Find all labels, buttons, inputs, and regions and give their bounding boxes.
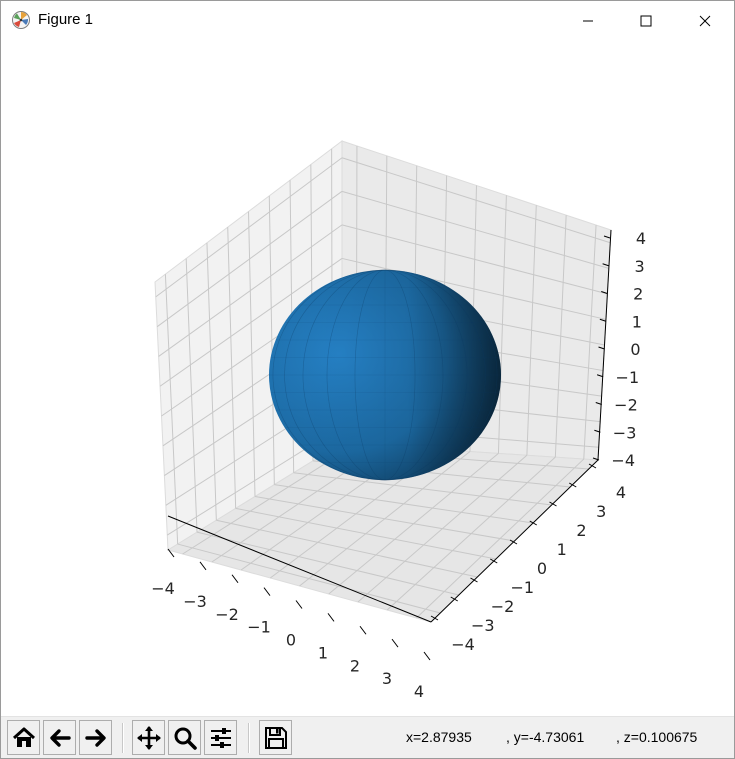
x-tick-label: −4	[151, 579, 175, 598]
x-tick-label: 3	[382, 669, 392, 688]
z-tick-label: 3	[634, 257, 644, 276]
matplotlib-icon	[12, 11, 30, 29]
move-icon	[136, 725, 161, 750]
x-tick-label: 0	[286, 631, 296, 650]
z-tick-label: 1	[632, 312, 642, 331]
x-tick-mark	[263, 587, 271, 596]
z-tick-label: −1	[616, 368, 640, 387]
zoom-button[interactable]	[168, 720, 201, 755]
close-icon	[699, 15, 711, 26]
coord-x-readout: x=2.87935	[406, 729, 472, 745]
close-button[interactable]	[676, 1, 734, 40]
y-tick-label: −2	[491, 597, 515, 616]
y-tick-label: 2	[576, 521, 586, 540]
minimize-button[interactable]	[559, 1, 617, 40]
x-tick-mark	[327, 613, 335, 622]
x-tick-label: −1	[247, 618, 271, 637]
x-tick-label: −2	[215, 605, 239, 624]
y-tick-label: 4	[616, 483, 626, 502]
floppy-icon	[264, 726, 287, 749]
forward-button[interactable]	[79, 720, 112, 755]
z-tick-label: −2	[614, 396, 638, 415]
back-button[interactable]	[43, 720, 76, 755]
save-button[interactable]	[259, 720, 292, 755]
figure-canvas[interactable]: −4 −3 −2 −1 0 1 2 3 4 −4 −3 −2 −1 0 1 2 3 4 4 3 2 1 0 −1 −2 −3−…	[1, 40, 734, 716]
x-tick-mark	[359, 625, 367, 635]
y-tick-label: 1	[557, 540, 567, 559]
z-tick-label: 0	[630, 340, 640, 359]
x-tick-label: −3	[183, 592, 207, 611]
toolbar-separator	[122, 723, 124, 753]
y-tick-label: 0	[537, 559, 547, 578]
magnifier-icon	[174, 727, 197, 750]
z-tick-label: −4	[611, 451, 635, 470]
pan-button[interactable]	[132, 720, 165, 755]
sphere-surface	[269, 269, 501, 481]
z-tick-labels: 4 3 2 1 0 −1 −2 −3 −4	[611, 229, 646, 470]
axes-3d[interactable]: −4−3−2−101234 −4−3−2−101234 43210−1−2−3−…	[1, 40, 734, 716]
z-tick-label: 2	[633, 285, 643, 304]
figure-window: Figure 1 −4 −3 −2 −1 0 1 2 3 4 −4 −3 −2 …	[0, 0, 735, 759]
home-button[interactable]	[7, 720, 40, 755]
x-tick-mark	[295, 600, 303, 609]
configure-subplots-button[interactable]	[204, 720, 237, 755]
arrow-left-icon	[49, 728, 71, 747]
coord-y-readout: , y=-4.73061	[506, 729, 585, 745]
toolbar-separator	[248, 723, 250, 753]
window-title: Figure 1	[38, 11, 94, 28]
x-tick-label: 2	[350, 656, 360, 675]
x-tick-label: 4	[414, 682, 424, 701]
x-tick-mark	[391, 638, 399, 648]
navigation-toolbar: x=2.87935 , y=-4.73061 , z=0.100675	[1, 716, 734, 758]
y-tick-label: −1	[510, 578, 534, 597]
home-icon	[12, 727, 35, 747]
title-bar[interactable]: Figure 1	[1, 1, 734, 40]
x-tick-mark	[231, 574, 239, 584]
maximize-button[interactable]	[617, 1, 675, 40]
y-tick-label: 3	[596, 502, 606, 521]
maximize-icon	[640, 15, 652, 26]
arrow-right-icon	[84, 728, 106, 747]
x-tick-label: 1	[318, 643, 328, 662]
sliders-icon	[210, 727, 231, 748]
z-tick-label: 4	[636, 229, 646, 248]
z-tick-label: −3	[613, 423, 637, 442]
y-tick-label: −3	[471, 616, 495, 635]
x-tick-mark	[199, 561, 207, 571]
minimize-icon	[583, 20, 593, 21]
coord-z-readout: , z=0.100675	[616, 729, 698, 745]
y-tick-label: −4	[451, 635, 475, 654]
x-tick-mark	[423, 651, 431, 661]
